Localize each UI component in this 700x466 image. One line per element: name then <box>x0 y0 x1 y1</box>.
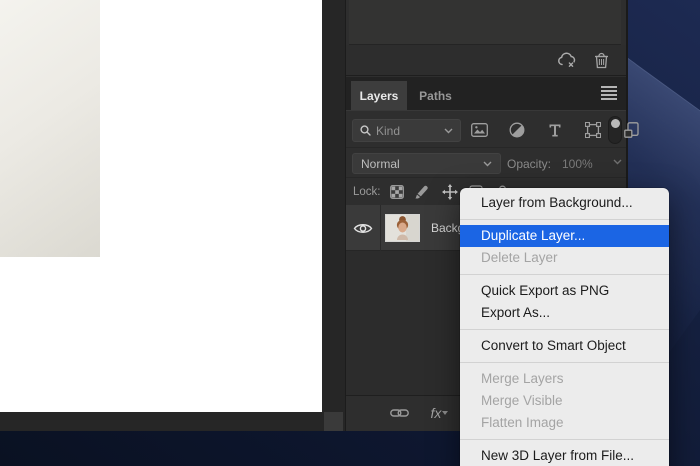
fx-label: fx <box>430 405 442 421</box>
layer-visibility-toggle[interactable] <box>346 205 381 251</box>
pixel-layer-filter-icon[interactable] <box>468 119 490 141</box>
scrollbar-corner <box>324 412 343 431</box>
trash-icon[interactable] <box>590 49 612 71</box>
lock-position-icon[interactable] <box>442 184 458 200</box>
menu-item-merge-visible: Merge Visible <box>481 393 563 408</box>
lock-label: Lock: <box>353 186 381 198</box>
type-layer-filter-icon[interactable] <box>544 119 566 141</box>
photo-background-corner <box>0 0 100 257</box>
filter-kind-label: Kind <box>376 123 401 138</box>
menu-item-quick-export-png[interactable]: Quick Export as PNG <box>460 280 669 302</box>
tab-paths[interactable]: Paths <box>407 81 464 110</box>
filter-toggle-switch[interactable] <box>608 116 622 144</box>
desktop: Layers Paths Kind Normal Opacity: 100% L… <box>0 0 700 466</box>
menu-separator <box>460 219 669 220</box>
adjustment-layer-filter-icon[interactable] <box>506 119 528 141</box>
blend-mode-dropdown[interactable]: Normal <box>352 153 501 174</box>
search-icon <box>360 125 371 136</box>
smart-object-filter-icon[interactable] <box>620 119 642 141</box>
menu-separator <box>460 439 669 440</box>
menu-item-export-as[interactable]: Export As... <box>460 302 669 324</box>
shape-layer-filter-icon[interactable] <box>582 119 604 141</box>
menu-item-merge-layers: Merge Layers <box>481 371 564 386</box>
tab-layers-label: Layers <box>359 88 399 103</box>
chevron-down-icon <box>444 128 453 133</box>
menu-separator <box>460 362 669 363</box>
menu-item-delete-layer: Delete Layer <box>481 250 558 265</box>
menu-separator <box>460 329 669 330</box>
canvas-area <box>0 0 345 431</box>
tab-paths-label: Paths <box>419 88 452 103</box>
blend-mode-value: Normal <box>361 156 400 171</box>
blend-mode-bar: Normal Opacity: 100% <box>346 147 626 177</box>
upper-panel-footer <box>346 45 626 76</box>
opacity-chevron-icon[interactable] <box>613 159 622 165</box>
eye-icon <box>353 223 373 233</box>
tab-layers[interactable]: Layers <box>351 81 407 110</box>
menu-item-new-3d-layer[interactable]: New 3D Layer from File... <box>460 445 669 466</box>
menu-separator <box>460 274 669 275</box>
layer-effects-fx-icon[interactable]: fx <box>425 402 449 424</box>
cloud-sync-off-icon[interactable] <box>556 49 578 71</box>
link-layers-icon[interactable] <box>388 402 410 424</box>
panel-tab-bar: Layers Paths <box>346 77 626 110</box>
filter-kind-dropdown[interactable]: Kind <box>352 119 461 142</box>
upper-panel-content <box>349 0 621 45</box>
opacity-value[interactable]: 100% <box>562 157 593 171</box>
lock-image-icon[interactable] <box>413 184 429 200</box>
chevron-down-icon <box>483 161 492 166</box>
hamburger-menu-icon[interactable] <box>601 86 617 100</box>
lock-transparency-icon[interactable] <box>389 184 405 200</box>
menu-item-convert-smart-object[interactable]: Convert to Smart Object <box>460 335 669 357</box>
menu-item-layer-from-background[interactable]: Layer from Background... <box>460 192 669 214</box>
document-canvas[interactable] <box>0 0 322 412</box>
context-menu: Layer from Background... Duplicate Layer… <box>460 188 669 466</box>
opacity-label: Opacity: <box>507 157 552 171</box>
layer-thumbnail[interactable] <box>385 214 420 242</box>
menu-item-flatten-image: Flatten Image <box>481 415 564 430</box>
menu-item-duplicate-layer[interactable]: Duplicate Layer... <box>460 225 669 247</box>
layer-filter-bar: Kind <box>346 110 639 147</box>
